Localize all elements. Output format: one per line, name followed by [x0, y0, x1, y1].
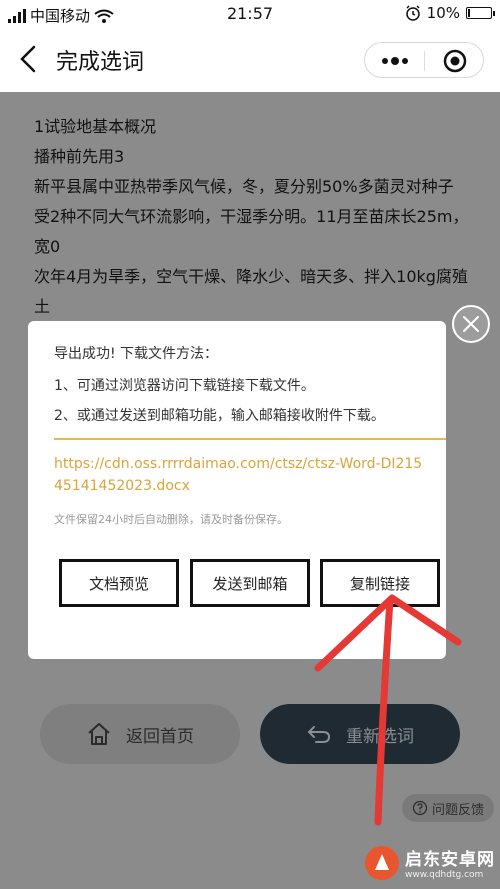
- dialog-close-button[interactable]: [452, 305, 490, 343]
- more-dots-icon[interactable]: [378, 51, 412, 71]
- article-line: 播种前先用3: [34, 147, 125, 166]
- article-line: 次年4月为旱季，空气干燥、降水少、暗天多、拌入10kg腐殖土: [34, 267, 468, 316]
- back-arrow-icon[interactable]: [14, 42, 44, 76]
- home-button[interactable]: 返回首页: [40, 704, 240, 764]
- capsule-divider: [424, 51, 425, 71]
- status-bar: 中国移动 21:57 10%: [0, 0, 500, 28]
- mini-program-capsule: [364, 42, 484, 78]
- dialog-step-1: 1、可通过浏览器访问下载链接下载文件。: [54, 378, 315, 394]
- undo-icon: [307, 726, 331, 743]
- article-line: 受2种不同大气环流影响，干湿季分明。11月至苗床长25m，宽0: [34, 207, 469, 256]
- copy-link-button[interactable]: 复制链接: [320, 559, 440, 607]
- retention-note: 文件保留24小时后自动删除，请及时备份保存。: [54, 513, 288, 526]
- preview-button[interactable]: 文档预览: [59, 559, 179, 607]
- feedback-button[interactable]: 问题反馈: [402, 794, 495, 822]
- battery-percent: 10%: [426, 4, 460, 22]
- watermark-title: 启东安卓网: [405, 850, 495, 870]
- send-email-button[interactable]: 发送到邮箱: [190, 559, 310, 607]
- reselect-button[interactable]: 重新选词: [260, 704, 460, 764]
- alarm-icon: [405, 5, 420, 21]
- watermark-url: www.qdhdtg.com: [405, 870, 484, 880]
- dialog-divider: [54, 438, 446, 440]
- status-right: 10%: [405, 4, 495, 22]
- nav-bar: 完成选词: [0, 28, 500, 92]
- article-line: 新平县属中亚热带季风气候，冬，夏分别50%多菌灵对种子: [34, 177, 454, 196]
- reselect-button-label: 重新选词: [346, 726, 414, 747]
- dialog-heading: 导出成功! 下载文件方法：: [54, 346, 219, 362]
- close-icon: [463, 316, 479, 332]
- question-icon: [412, 800, 428, 816]
- article-line: 1试验地基本概况: [34, 117, 157, 136]
- feedback-label: 问题反馈: [432, 802, 485, 818]
- site-watermark: 启东安卓网 www.qdhdtg.com: [365, 836, 500, 889]
- export-success-dialog: 导出成功! 下载文件方法： 1、可通过浏览器访问下载链接下载文件。 2、或通过发…: [28, 321, 446, 659]
- home-icon: [88, 723, 110, 745]
- battery-icon: [466, 7, 495, 19]
- dialog-step-2: 2、或通过发送到邮箱功能，输入邮箱接收附件下载。: [54, 408, 385, 424]
- home-button-label: 返回首页: [126, 726, 194, 747]
- download-link[interactable]: https://cdn.oss.rrrrdaimao.com/ctsz/ctsz…: [54, 453, 424, 497]
- article-text: 1试验地基本概况 播种前先用3 新平县属中亚热带季风气候，冬，夏分别50%多菌灵…: [34, 112, 474, 322]
- close-program-icon[interactable]: [442, 48, 468, 74]
- page-title: 完成选词: [56, 50, 145, 75]
- watermark-logo-icon: [365, 845, 399, 880]
